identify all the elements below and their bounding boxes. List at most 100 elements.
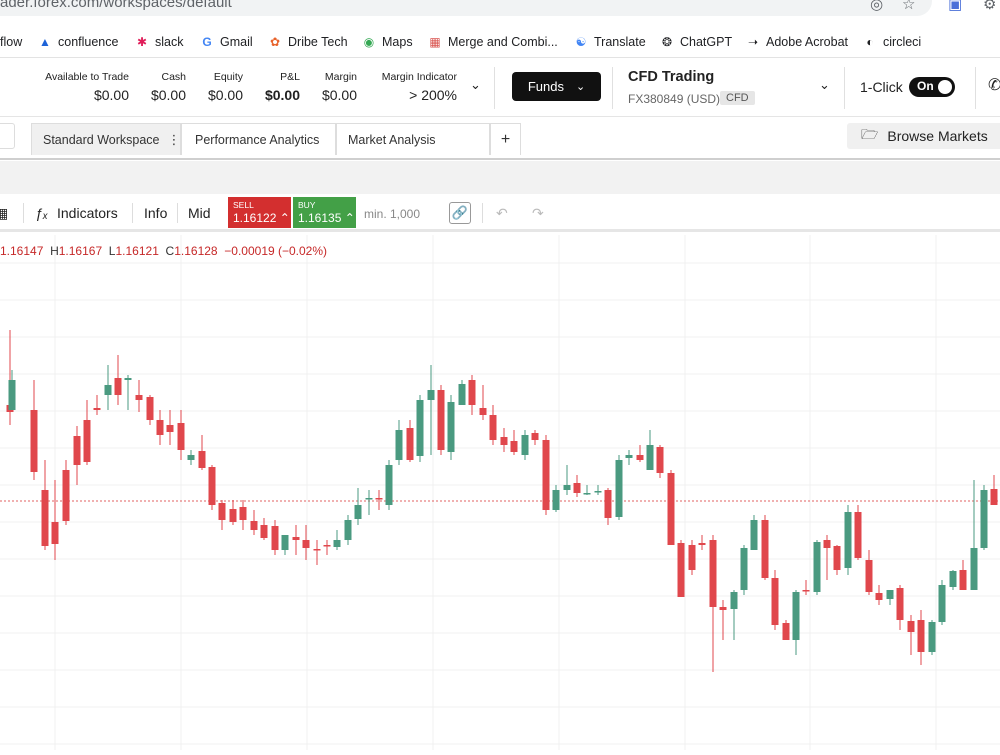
indicators-button[interactable]: Indicators xyxy=(57,205,118,221)
metric-value: $0.00 xyxy=(207,87,243,103)
candle-body xyxy=(677,543,685,597)
candle xyxy=(813,540,821,595)
bookmark-chatgpt[interactable]: ❂ ChatGPT xyxy=(660,33,732,51)
bookmark-slack[interactable]: ✱ slack xyxy=(135,33,184,51)
extension-icon[interactable]: ▣ xyxy=(948,0,962,13)
candle-body xyxy=(427,390,435,400)
candle-body xyxy=(552,490,560,510)
ohlc-open: 1.16147 xyxy=(0,244,44,258)
slack-icon: ✱ xyxy=(136,35,148,49)
candle-body xyxy=(542,440,550,510)
candle xyxy=(292,525,300,555)
candle-body xyxy=(646,445,654,470)
funds-button[interactable]: Funds ⌄ xyxy=(512,72,601,101)
candle xyxy=(604,488,612,525)
sell-button[interactable]: SELL 1.16122 ⌃ xyxy=(228,197,291,228)
tab-standard-workspace[interactable]: Standard Workspace ⋮ xyxy=(31,123,181,155)
chevron-down-icon[interactable]: ⌄ xyxy=(470,77,481,93)
candle xyxy=(114,355,122,405)
more-vertical-icon[interactable]: ⋮ xyxy=(168,132,181,148)
candle xyxy=(865,550,873,595)
tab-performance-analytics[interactable]: Performance Analytics xyxy=(181,123,336,155)
maps-icon: ◉ xyxy=(363,35,375,49)
candle xyxy=(260,518,268,540)
buy-label: BUY xyxy=(298,200,316,210)
candle xyxy=(93,395,101,415)
candle xyxy=(563,465,571,495)
ohlc-high-label: H xyxy=(50,244,59,258)
candle xyxy=(447,395,455,460)
candle-body xyxy=(489,415,497,440)
metric-equity: Equity $0.00 xyxy=(208,71,243,103)
account-chevron-down-icon[interactable]: ⌄ xyxy=(819,77,830,93)
metric-value: > 200% xyxy=(409,87,457,103)
metric-margin: Margin $0.00 xyxy=(322,71,357,103)
bookmark-maps[interactable]: ◉ Maps xyxy=(362,33,413,51)
metric-value: $0.00 xyxy=(150,87,186,103)
bookmark-confluence[interactable]: ▲ confluence xyxy=(38,33,118,51)
price-mode-mid-button[interactable]: Mid xyxy=(188,205,211,221)
divider xyxy=(23,203,24,223)
candle-body xyxy=(875,593,883,600)
candle-body xyxy=(531,433,539,440)
account-id: FX380849 (USD) xyxy=(628,92,721,106)
bookmark-flow[interactable]: flow xyxy=(0,33,22,51)
url-text[interactable]: ader.forex.com/workspaces/default xyxy=(0,0,232,11)
bookmark-merge[interactable]: ▦ Merge and Combi... xyxy=(428,33,557,51)
candle-body xyxy=(833,546,841,570)
bookmark-dribe-tech[interactable]: ✿ Dribe Tech xyxy=(268,33,348,51)
browse-markets-button[interactable]: 🗁 Browse Markets xyxy=(847,123,1000,149)
candle xyxy=(510,430,518,455)
bookmark-gmail[interactable]: G Gmail xyxy=(200,33,252,51)
drawing-tools-icon[interactable]: ▦ xyxy=(0,205,8,222)
add-tab-button[interactable]: + xyxy=(490,123,521,155)
candle xyxy=(740,545,748,595)
buy-button[interactable]: BUY 1.16135 ⌃ xyxy=(293,197,356,228)
candle-body xyxy=(156,420,164,435)
candle-body xyxy=(41,490,49,546)
divider xyxy=(132,203,133,223)
candle-body xyxy=(854,512,862,558)
price-chart[interactable] xyxy=(0,235,1000,750)
candle-body xyxy=(365,498,373,500)
candle-body xyxy=(959,570,967,590)
candle xyxy=(615,455,623,520)
candle-body xyxy=(104,385,112,395)
candle xyxy=(667,470,675,545)
tab-market-analysis[interactable]: Market Analysis xyxy=(336,123,490,155)
star-icon[interactable]: ☆ xyxy=(902,0,915,13)
candle-body xyxy=(970,548,978,590)
bookmark-label: Adobe Acrobat xyxy=(766,35,849,49)
circleci-icon: ◐ xyxy=(866,35,874,49)
phone-icon[interactable]: ✆ xyxy=(988,75,1000,95)
candle xyxy=(823,535,831,580)
account-type-title[interactable]: CFD Trading xyxy=(628,69,714,85)
candle-body xyxy=(73,436,81,465)
candle-body xyxy=(458,384,466,405)
settings-gear-icon[interactable]: ⚙ xyxy=(983,0,996,13)
info-button[interactable]: Info xyxy=(144,205,167,221)
one-click-label: 1-Click xyxy=(860,79,903,95)
candle xyxy=(41,460,49,550)
candlestick-chart-svg[interactable] xyxy=(0,235,1000,750)
candle-body xyxy=(792,592,800,640)
link-chain-icon[interactable]: 🔗 xyxy=(449,202,471,224)
candle-body xyxy=(750,520,758,550)
tab-label: Standard Workspace xyxy=(43,132,160,147)
candle xyxy=(323,540,331,555)
candle xyxy=(365,490,373,515)
metric-value: $0.00 xyxy=(264,87,300,103)
candle xyxy=(146,395,154,425)
eye-off-icon[interactable]: ◎ xyxy=(870,0,883,13)
candle xyxy=(73,426,81,485)
bookmark-label: ChatGPT xyxy=(680,35,733,49)
undo-icon[interactable]: ↶ xyxy=(496,205,508,222)
bookmark-circleci[interactable]: ◐ circleci xyxy=(863,33,921,51)
bookmark-adobe-acrobat[interactable]: ➝ Adobe Acrobat xyxy=(746,33,848,51)
workspace-tab-bar: Standard Workspace ⋮ Performance Analyti… xyxy=(0,118,1000,160)
one-click-toggle[interactable]: On xyxy=(909,77,955,97)
redo-icon[interactable]: ↷ xyxy=(532,205,544,222)
search-box-fragment[interactable] xyxy=(0,123,15,149)
bookmark-translate[interactable]: ☯ Translate xyxy=(574,33,646,51)
bookmark-label: flow xyxy=(0,35,23,49)
